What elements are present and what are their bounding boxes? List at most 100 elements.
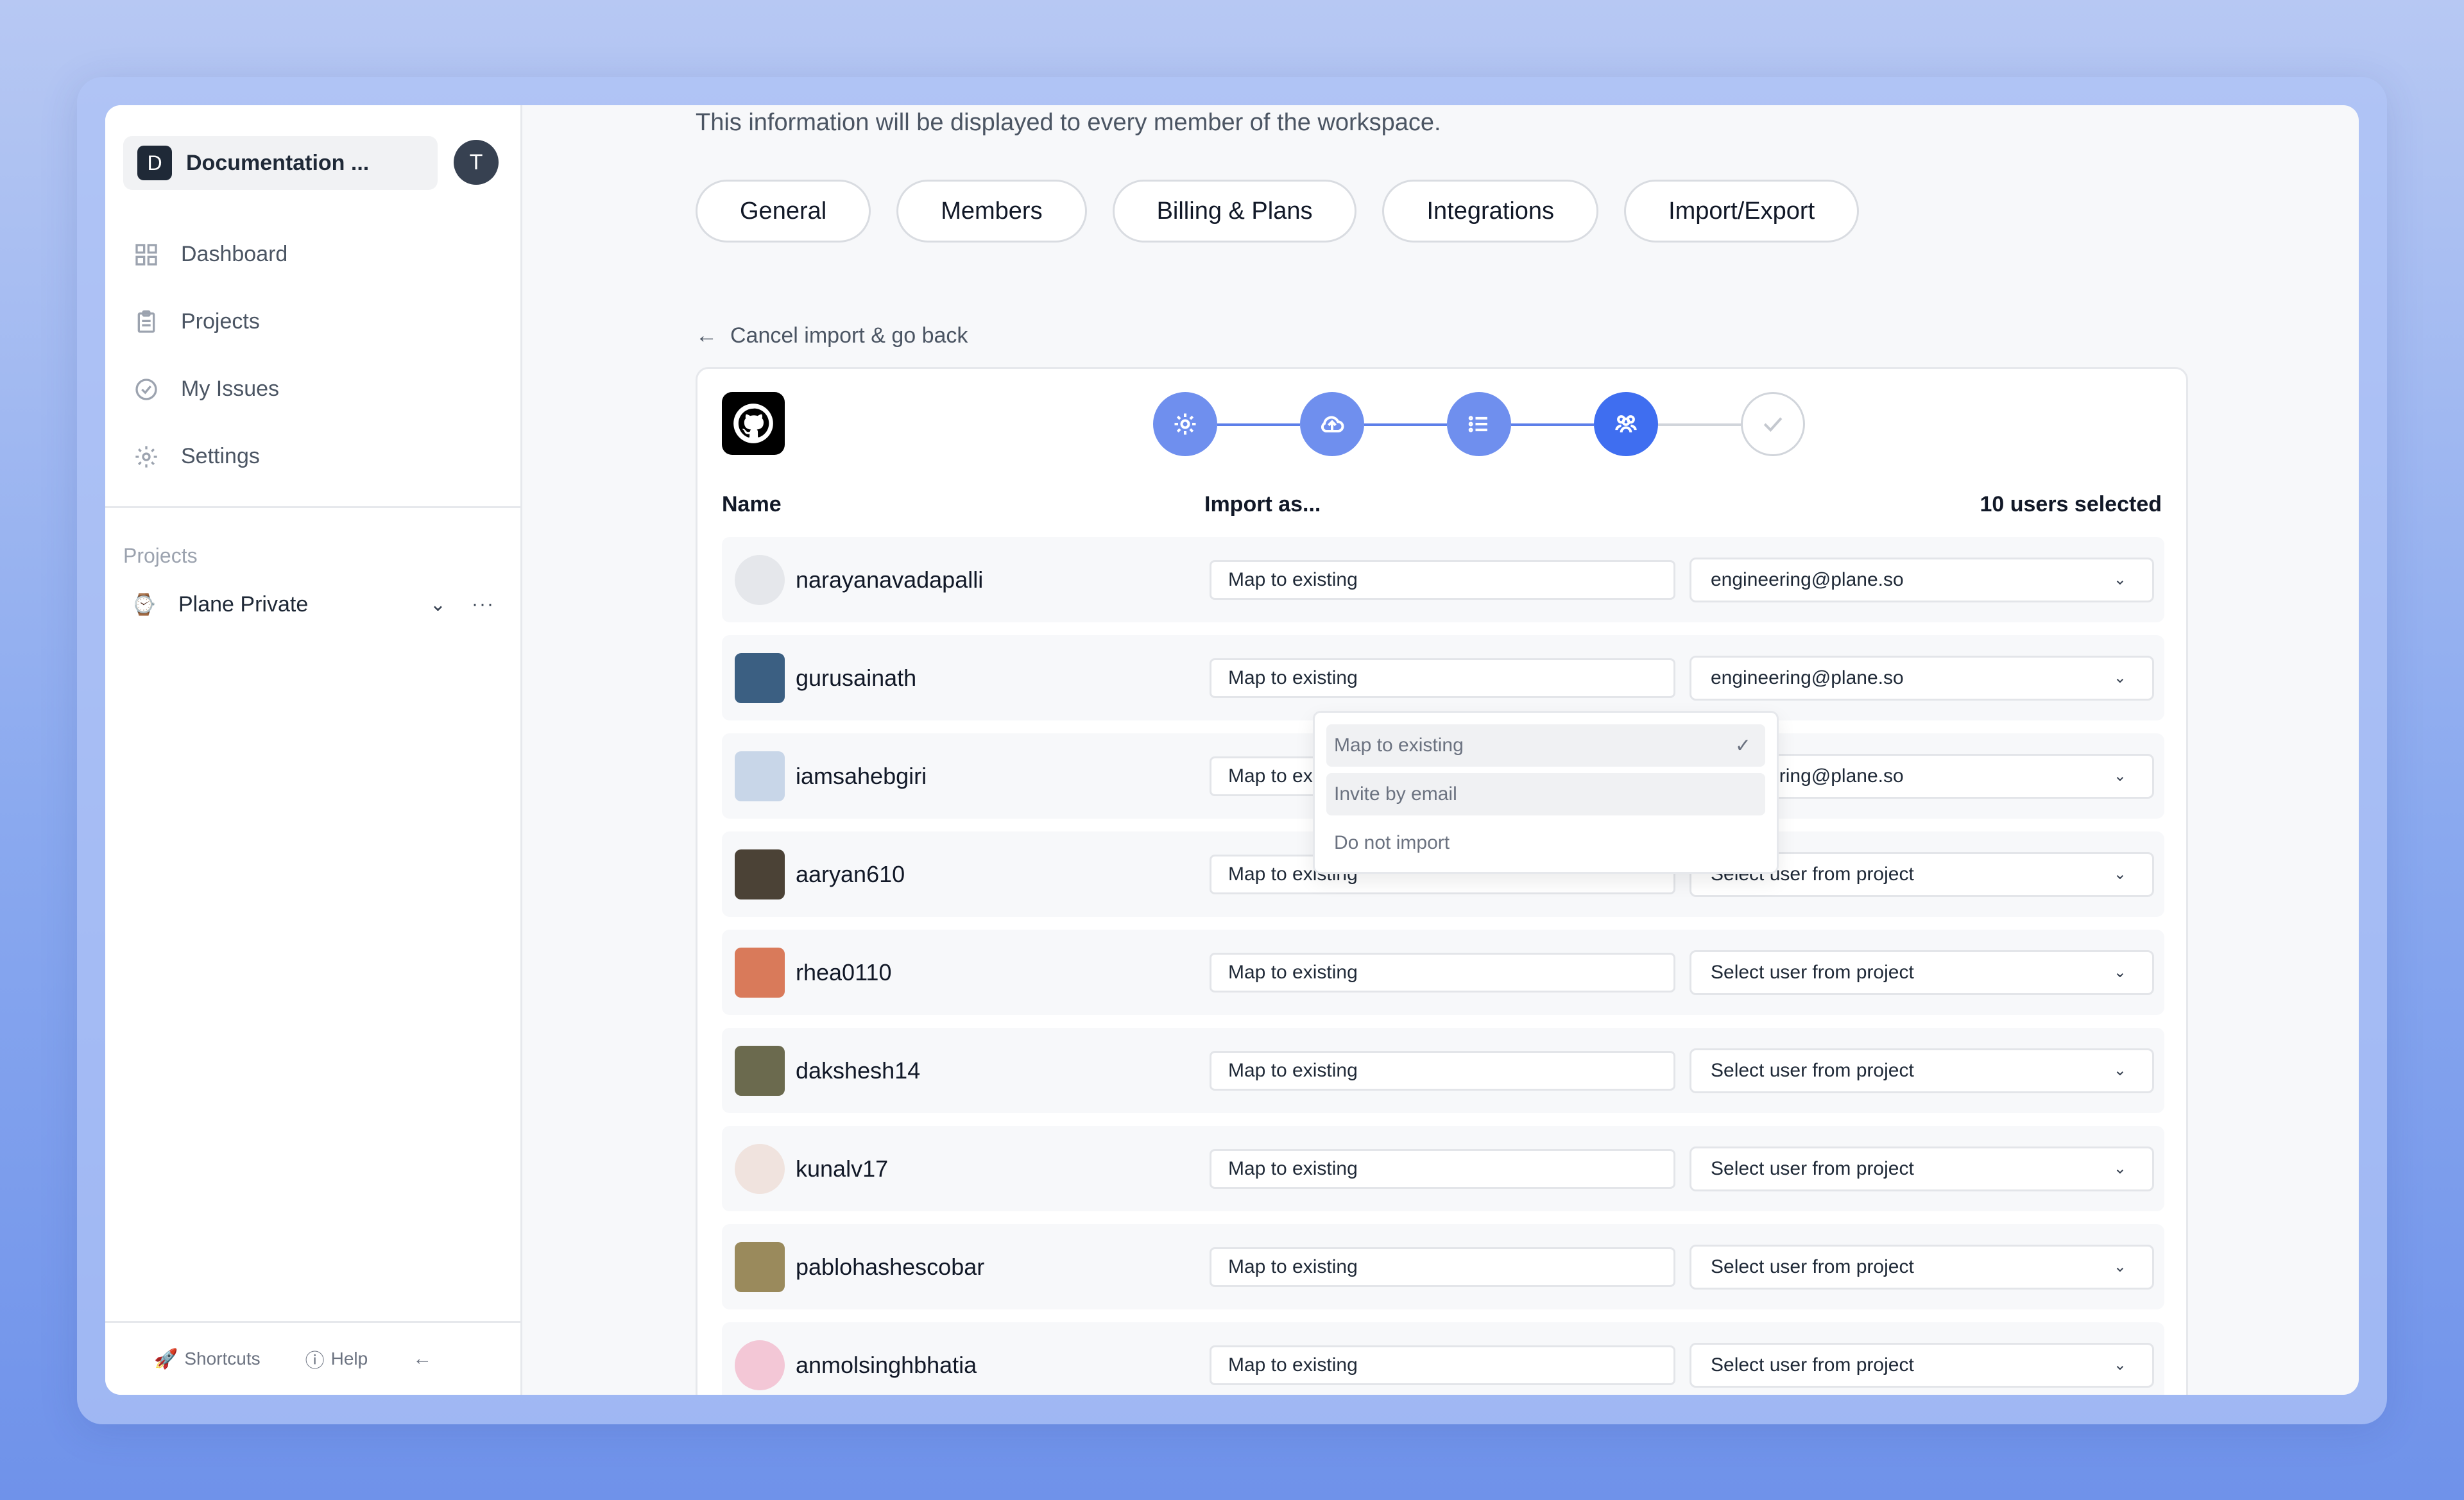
target-user-select[interactable]: engineering@plane.so ⌄ [1690, 557, 2154, 602]
import-as-select[interactable]: Map to existing [1210, 1148, 1675, 1189]
table-row: gurusainath Map to existing engineering@… [722, 635, 2164, 720]
sidebar-item-dashboard[interactable]: Dashboard [133, 221, 287, 288]
avatar [735, 554, 785, 605]
import-as-select[interactable]: Map to existing [1210, 658, 1675, 698]
sidebar-project-plane-private[interactable]: ⌚ Plane Private ⌄ ··· [131, 583, 495, 626]
table-row: rhea0110 Map to existing Select user fro… [722, 930, 2164, 1015]
cancel-import-link[interactable]: ← Cancel import & go back [696, 323, 968, 348]
step-connector [1364, 423, 1447, 426]
check-icon: ✓ [1734, 735, 1751, 756]
target-user-value: engineering@plane.so [1711, 568, 1904, 590]
import-as-dropdown-menu: Map to existing ✓ Invite by email Do not… [1313, 711, 1779, 874]
dropdown-option-do-not-import[interactable]: Do not import [1326, 822, 1765, 864]
avatar [735, 947, 785, 998]
workspace-header: D Documentation ... T [123, 136, 502, 190]
username: aaryan610 [796, 860, 905, 887]
username: dakshesh14 [796, 1057, 921, 1084]
help-circle-icon: ⓘ [305, 1351, 325, 1372]
dropdown-option-map-to-existing[interactable]: Map to existing ✓ [1326, 724, 1765, 767]
step-repository[interactable] [1447, 392, 1511, 456]
step-import-data[interactable] [1300, 392, 1364, 456]
projects-heading: Projects [123, 544, 198, 567]
step-configure[interactable] [1153, 392, 1217, 456]
avatar [735, 652, 785, 703]
dropdown-option-invite-by-email[interactable]: Invite by email [1326, 773, 1765, 815]
chevron-down-icon[interactable]: ⌄ [430, 593, 446, 616]
target-user-value: Select user from project [1711, 1059, 1914, 1081]
grid-icon [135, 243, 157, 266]
target-user-select[interactable]: Select user from project ⌄ [1690, 1048, 2154, 1093]
table-row: dakshesh14 Map to existing Select user f… [722, 1028, 2164, 1113]
user-rows: narayanavadapalli Map to existing engine… [722, 537, 2164, 1395]
list-icon [1468, 416, 1487, 432]
more-options-icon[interactable]: ··· [472, 593, 495, 615]
github-icon [722, 392, 785, 455]
help-button[interactable]: ⓘ Help [305, 1345, 368, 1373]
table-row: narayanavadapalli Map to existing engine… [722, 537, 2164, 622]
option-label: Invite by email [1334, 783, 1457, 805]
user-avatar[interactable]: T [454, 140, 499, 185]
check-icon [1763, 417, 1783, 432]
chevron-down-icon: ⌄ [2113, 1062, 2126, 1079]
sidebar-item-settings[interactable]: Settings [133, 423, 287, 490]
tab-billing-plans[interactable]: Billing & Plans [1112, 180, 1357, 243]
workspace-badge: D [137, 146, 172, 180]
import-stepper [1153, 392, 1805, 456]
sidebar-item-projects[interactable]: Projects [133, 288, 287, 355]
import-as-select[interactable]: Map to existing [1210, 1247, 1675, 1287]
import-as-select[interactable]: Map to existing [1210, 1345, 1675, 1385]
users-icon [1615, 415, 1637, 433]
table-row: pablohashescobar Map to existing Select … [722, 1224, 2164, 1309]
shortcuts-label: Shortcuts [184, 1349, 261, 1368]
sidebar-item-my-issues[interactable]: My Issues [133, 355, 287, 423]
avatar [735, 1143, 785, 1194]
target-user-select[interactable]: Select user from project ⌄ [1690, 1342, 2154, 1388]
app-window: D Documentation ... T Dashboard Projects… [105, 105, 2359, 1395]
username: narayanavadapalli [796, 566, 984, 593]
rocket-icon: 🚀 [154, 1348, 178, 1370]
username: anmolsinghbhatia [796, 1351, 977, 1378]
target-user-select[interactable]: engineering@plane.so ⌄ [1690, 655, 2154, 701]
tab-integrations[interactable]: Integrations [1382, 180, 1599, 243]
tab-general[interactable]: General [696, 180, 871, 243]
project-name: Plane Private [178, 592, 309, 617]
sidebar-item-label: Settings [181, 444, 260, 468]
chevron-down-icon: ⌄ [2113, 571, 2126, 588]
target-user-select[interactable]: Select user from project ⌄ [1690, 1244, 2154, 1290]
sidebar-item-label: My Issues [181, 377, 280, 401]
arrow-left-icon: ← [696, 323, 717, 348]
avatar [735, 1045, 785, 1096]
workspace-switcher[interactable]: D Documentation ... [123, 136, 438, 190]
settings-tabs: General Members Billing & Plans Integrat… [696, 180, 1885, 243]
collapse-sidebar-button[interactable]: ← [413, 1348, 438, 1370]
import-as-select[interactable]: Map to existing [1210, 952, 1675, 993]
step-users[interactable] [1594, 392, 1658, 456]
tab-import-export[interactable]: Import/Export [1624, 180, 1860, 243]
step-connector [1658, 423, 1741, 426]
target-user-select[interactable]: Select user from project ⌄ [1690, 1146, 2154, 1191]
cancel-import-label: Cancel import & go back [730, 323, 968, 348]
username: pablohashescobar [796, 1253, 985, 1280]
target-user-value: Select user from project [1711, 1354, 1914, 1376]
chevron-down-icon: ⌄ [2113, 1160, 2126, 1177]
step-confirm[interactable] [1741, 392, 1805, 456]
chevron-down-icon: ⌄ [2113, 964, 2126, 981]
target-user-select[interactable]: Select user from project ⌄ [1690, 950, 2154, 995]
shortcuts-button[interactable]: 🚀 Shortcuts [154, 1348, 261, 1370]
users-selected-count: 10 users selected [1980, 492, 2162, 516]
tab-members[interactable]: Members [896, 180, 1087, 243]
sidebar-item-label: Dashboard [181, 242, 288, 266]
chevron-down-icon: ⌄ [2113, 767, 2126, 785]
gear-icon [135, 445, 157, 468]
import-as-select[interactable]: Map to existing [1210, 1050, 1675, 1091]
import-card: Name Import as... 10 users selected nara… [696, 367, 2188, 1395]
chevron-down-icon: ⌄ [2113, 1258, 2126, 1275]
step-connector [1511, 423, 1594, 426]
chevron-down-icon: ⌄ [2113, 865, 2126, 883]
import-as-select[interactable]: Map to existing [1210, 559, 1675, 600]
username: kunalv17 [796, 1155, 889, 1182]
table-row: anmolsinghbhatia Map to existing Select … [722, 1322, 2164, 1395]
sidebar-item-label: Projects [181, 309, 260, 334]
cloud-upload-icon [1321, 416, 1344, 433]
arrow-left-icon: ← [413, 1348, 432, 1369]
